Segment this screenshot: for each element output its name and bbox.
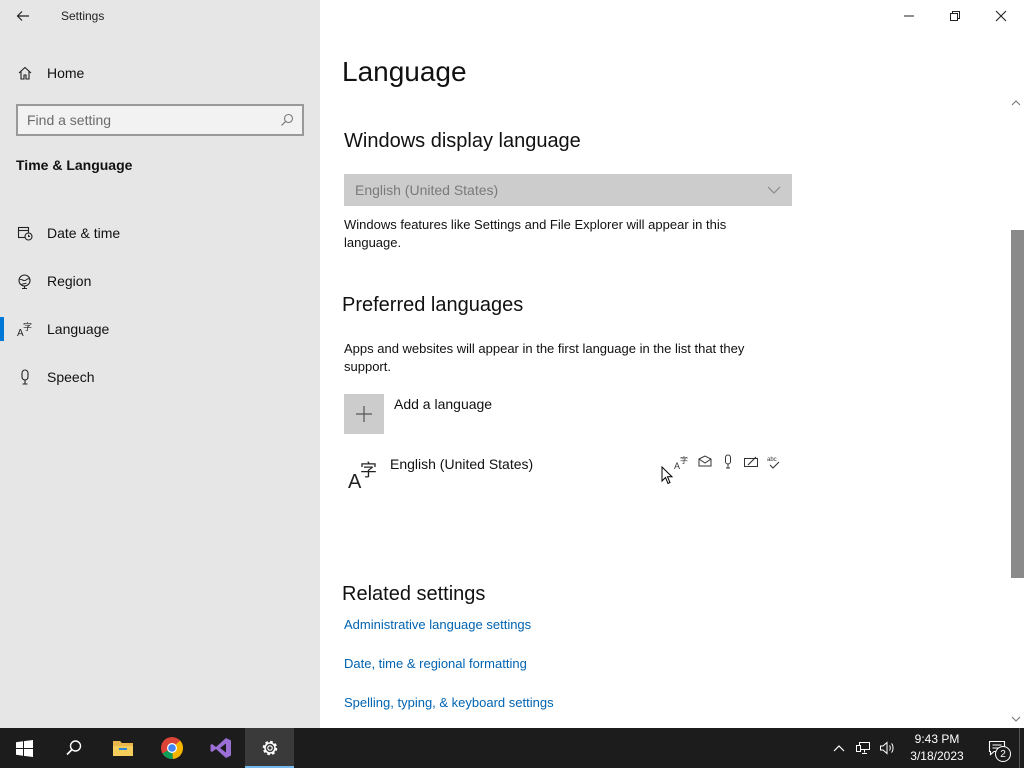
plus-icon bbox=[344, 394, 384, 434]
start-button[interactable] bbox=[0, 728, 49, 768]
display-language-icon: A字 bbox=[674, 454, 690, 470]
search-box bbox=[16, 104, 304, 136]
mouse-cursor-icon bbox=[661, 465, 675, 491]
language-icon: A字 bbox=[17, 321, 33, 337]
related-settings-heading: Related settings bbox=[342, 583, 486, 605]
dropdown-value: English (United States) bbox=[355, 182, 499, 198]
sidebar: Settings Home Time & Language Date & tim… bbox=[0, 0, 320, 728]
minimize-button[interactable] bbox=[886, 0, 932, 32]
sidebar-nav: Date & time Region A字 Language Speech bbox=[0, 209, 320, 401]
display-language-description: Windows features like Settings and File … bbox=[344, 217, 727, 250]
clock-date: 3/18/2023 bbox=[910, 749, 964, 763]
svg-text:abc: abc bbox=[767, 457, 777, 463]
vertical-scrollbar[interactable] bbox=[1007, 96, 1024, 728]
app-title: Settings bbox=[61, 9, 105, 23]
calendar-clock-icon bbox=[17, 225, 33, 241]
sidebar-item-home[interactable]: Home bbox=[0, 57, 320, 89]
language-name: English (United States) bbox=[390, 456, 534, 472]
sidebar-item-region[interactable]: Region bbox=[0, 257, 320, 305]
chrome-button[interactable] bbox=[147, 728, 196, 768]
sidebar-item-date-time[interactable]: Date & time bbox=[0, 209, 320, 257]
sidebar-section-title: Time & Language bbox=[16, 157, 133, 173]
gear-icon bbox=[262, 740, 277, 756]
sidebar-item-label: Home bbox=[47, 65, 85, 81]
language-list-item[interactable]: A字 English (United States) A字 abc bbox=[344, 454, 792, 494]
home-icon bbox=[17, 65, 33, 81]
text-to-speech-icon bbox=[697, 454, 713, 470]
globe-icon bbox=[17, 273, 33, 289]
show-desktop-button[interactable] bbox=[1019, 728, 1024, 768]
restore-button[interactable] bbox=[932, 0, 978, 32]
notification-count-badge: 2 bbox=[995, 746, 1011, 762]
chrome-icon bbox=[160, 737, 183, 760]
sidebar-item-speech[interactable]: Speech bbox=[0, 353, 320, 401]
action-center-button[interactable]: 2 bbox=[975, 728, 1019, 768]
sidebar-item-label: Speech bbox=[47, 369, 95, 385]
window-controls bbox=[886, 0, 1024, 32]
minimize-icon bbox=[904, 15, 914, 17]
sidebar-item-language[interactable]: A字 Language bbox=[0, 305, 320, 353]
sidebar-item-label: Date & time bbox=[47, 225, 121, 241]
visual-studio-button[interactable] bbox=[196, 728, 245, 768]
preferred-languages-heading: Preferred languages bbox=[342, 294, 524, 316]
taskbar: 9:43 PM 3/18/2023 2 bbox=[0, 728, 1024, 768]
speech-recognition-icon bbox=[720, 454, 736, 470]
scroll-thumb[interactable] bbox=[1011, 230, 1024, 578]
search-icon[interactable] bbox=[272, 106, 302, 134]
display-language-dropdown[interactable]: English (United States) bbox=[344, 174, 792, 206]
chevron-up-icon bbox=[833, 745, 845, 752]
svg-text:字: 字 bbox=[23, 321, 32, 333]
search-icon bbox=[65, 740, 81, 756]
back-button[interactable] bbox=[0, 0, 46, 32]
display-language-heading: Windows display language bbox=[344, 130, 581, 152]
titlebar-left: Settings bbox=[0, 0, 320, 32]
taskbar-search-button[interactable] bbox=[49, 728, 98, 768]
scroll-down-icon[interactable] bbox=[1011, 714, 1021, 724]
svg-text:字: 字 bbox=[360, 461, 377, 481]
folder-icon bbox=[112, 741, 133, 756]
sidebar-item-label: Language bbox=[47, 321, 110, 337]
language-glyph-icon: A字 bbox=[348, 458, 378, 495]
close-icon bbox=[995, 10, 1007, 22]
speaker-icon bbox=[880, 741, 894, 755]
volume-button[interactable] bbox=[875, 728, 899, 768]
admin-language-settings-link[interactable]: Administrative language settings bbox=[344, 617, 531, 632]
preferred-languages-description: Apps and websites will appear in the fir… bbox=[344, 341, 745, 374]
microphone-icon bbox=[17, 369, 33, 385]
clock-time: 9:43 PM bbox=[914, 732, 960, 746]
visual-studio-icon bbox=[210, 738, 231, 758]
network-icon bbox=[856, 742, 870, 754]
clock[interactable]: 9:43 PM 3/18/2023 bbox=[899, 731, 975, 765]
scroll-up-icon[interactable] bbox=[1011, 98, 1021, 108]
handwriting-icon bbox=[743, 454, 759, 470]
file-explorer-button[interactable] bbox=[98, 728, 147, 768]
system-tray: 9:43 PM 3/18/2023 2 bbox=[827, 728, 1024, 768]
settings-app-button[interactable] bbox=[245, 728, 294, 768]
regional-formatting-link[interactable]: Date, time & regional formatting bbox=[344, 656, 527, 671]
svg-text:字: 字 bbox=[680, 455, 688, 465]
sidebar-item-label: Region bbox=[47, 273, 92, 289]
add-language-button[interactable]: Add a language bbox=[344, 394, 492, 434]
back-arrow-icon bbox=[16, 11, 29, 21]
close-button[interactable] bbox=[978, 0, 1024, 32]
spell-check-icon: abc bbox=[766, 454, 782, 470]
search-input[interactable] bbox=[18, 106, 272, 134]
chevron-down-icon bbox=[767, 186, 781, 194]
windows-logo-icon bbox=[16, 739, 33, 757]
network-button[interactable] bbox=[851, 728, 875, 768]
language-feature-icons: A字 abc bbox=[674, 454, 782, 470]
restore-icon bbox=[950, 11, 960, 21]
main-content: Language Windows display language Englis… bbox=[320, 0, 1024, 728]
keyboard-settings-link[interactable]: Spelling, typing, & keyboard settings bbox=[344, 695, 554, 710]
add-language-label: Add a language bbox=[394, 396, 493, 412]
page-title: Language bbox=[342, 56, 467, 87]
show-hidden-icons-button[interactable] bbox=[827, 728, 851, 768]
